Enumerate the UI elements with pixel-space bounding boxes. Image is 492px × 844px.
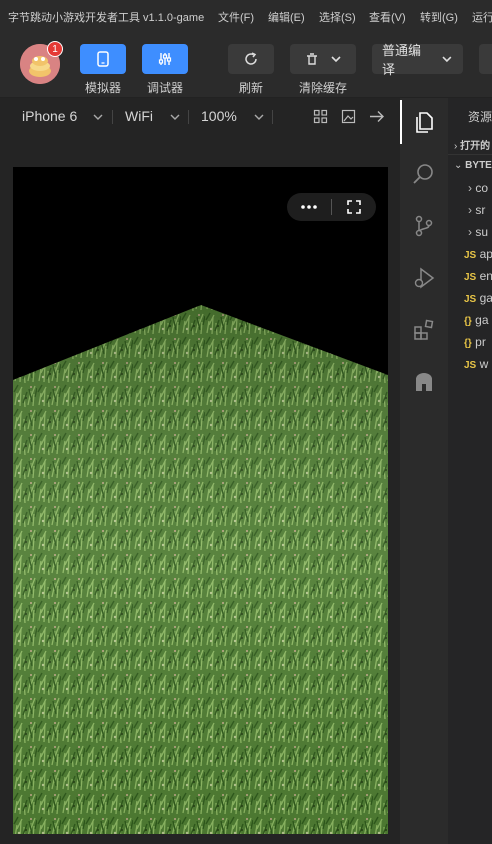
file-name: pr bbox=[475, 335, 486, 349]
simulator-label: 模拟器 bbox=[84, 81, 121, 95]
main-toolbar: 1 模拟器 调试器 刷新 清除缓存 普通编译 bbox=[0, 30, 492, 98]
simulator-button[interactable] bbox=[80, 44, 126, 74]
tree-file[interactable]: JS ga bbox=[464, 291, 492, 305]
zoom-value: 100% bbox=[201, 108, 237, 124]
plugin-icon bbox=[416, 373, 432, 391]
screenshot-icon[interactable] bbox=[341, 109, 356, 124]
explorer-header: 资源管 bbox=[468, 110, 492, 124]
divider bbox=[112, 110, 113, 124]
file-name: ga bbox=[475, 313, 489, 327]
explorer-panel: 资源管 › 打开的 ⌄ BYTE › co › sr › su JS ap JS… bbox=[448, 98, 492, 844]
search-activity[interactable] bbox=[400, 152, 448, 196]
toolbar-overflow-button[interactable] bbox=[479, 44, 492, 74]
app-title: 字节跳动小游戏开发者工具 v1.1.0-game bbox=[8, 12, 205, 24]
simulator-toolbar: iPhone 6 WiFi 100% bbox=[0, 98, 400, 136]
tree-folder[interactable]: › co bbox=[468, 181, 488, 195]
notification-badge: 1 bbox=[47, 41, 63, 57]
json-file-icon: {} bbox=[464, 338, 472, 349]
fullscreen-button[interactable] bbox=[332, 193, 376, 221]
grass-plane bbox=[13, 167, 388, 834]
divider bbox=[272, 110, 273, 124]
file-name: en bbox=[479, 269, 492, 283]
network-select[interactable]: WiFi bbox=[125, 108, 153, 124]
fullscreen-icon bbox=[347, 200, 361, 214]
tree-file[interactable]: {} ga bbox=[464, 313, 489, 327]
refresh-button[interactable] bbox=[228, 44, 274, 74]
chevron-down-icon bbox=[442, 56, 452, 63]
open-editors-section[interactable]: › 打开的 bbox=[454, 137, 490, 152]
tree-file[interactable]: {} pr bbox=[464, 335, 486, 349]
folder-name: co bbox=[475, 181, 489, 195]
menu-view[interactable]: 查看(V) bbox=[369, 9, 406, 25]
capsule-menu bbox=[287, 193, 376, 221]
git-branch-icon bbox=[415, 215, 433, 237]
network-value: WiFi bbox=[125, 108, 153, 124]
tree-file[interactable]: JS w bbox=[464, 357, 488, 371]
folder-name: su bbox=[475, 225, 489, 239]
extensions-icon bbox=[414, 319, 434, 340]
game-screen[interactable] bbox=[13, 167, 388, 834]
clear-cache-icon bbox=[307, 53, 317, 65]
section-divider bbox=[448, 154, 492, 155]
source-control-activity[interactable] bbox=[400, 204, 448, 248]
device-select[interactable]: iPhone 6 bbox=[22, 108, 77, 124]
divider bbox=[188, 110, 189, 124]
sliders-icon bbox=[158, 53, 172, 65]
tree-file[interactable]: JS ap bbox=[464, 247, 492, 261]
more-button[interactable] bbox=[287, 193, 331, 221]
device-value: iPhone 6 bbox=[22, 108, 78, 124]
refresh-label: 刷新 bbox=[238, 81, 263, 95]
chevron-down-icon bbox=[331, 56, 341, 63]
open-editors-label: 打开的 bbox=[460, 141, 491, 152]
extensions-activity[interactable] bbox=[400, 308, 448, 352]
project-section[interactable]: ⌄ BYTE bbox=[454, 160, 492, 171]
files-icon bbox=[416, 112, 433, 133]
file-name: ap bbox=[479, 247, 492, 261]
file-name: w bbox=[479, 357, 489, 371]
chevron-down-icon bbox=[93, 114, 103, 120]
js-file-icon: JS bbox=[464, 360, 477, 371]
folder-name: sr bbox=[475, 203, 486, 217]
tree-folder[interactable]: › su bbox=[468, 225, 488, 239]
file-name: ga bbox=[479, 291, 492, 305]
avatar[interactable]: 1 bbox=[20, 41, 63, 84]
plugin-activity[interactable] bbox=[400, 360, 448, 404]
clear-cache-label: 清除缓存 bbox=[298, 81, 347, 95]
tree-folder[interactable]: › sr bbox=[468, 203, 485, 217]
debugger-label: 调试器 bbox=[146, 81, 183, 95]
js-file-icon: JS bbox=[464, 250, 477, 261]
js-file-icon: JS bbox=[464, 272, 477, 283]
menu-select[interactable]: 选择(S) bbox=[319, 9, 356, 25]
menu-edit[interactable]: 编辑(E) bbox=[268, 9, 305, 25]
explorer-activity[interactable] bbox=[400, 100, 448, 144]
phone-icon bbox=[97, 51, 109, 67]
more-dots-icon bbox=[301, 205, 317, 209]
project-label: BYTE bbox=[465, 160, 492, 171]
grid-icon[interactable] bbox=[313, 109, 328, 124]
compile-mode-value: 普通编译 bbox=[382, 43, 422, 77]
debug-activity[interactable] bbox=[400, 256, 448, 300]
menu-goto[interactable]: 转到(G) bbox=[420, 9, 458, 25]
chevron-down-icon bbox=[254, 114, 264, 120]
title-bar: 字节跳动小游戏开发者工具 v1.1.0-game 文件(F) 编辑(E) 选择(… bbox=[0, 0, 492, 30]
run-debug-icon bbox=[414, 267, 435, 289]
zoom-select[interactable]: 100% bbox=[201, 108, 237, 124]
arrow-right-icon[interactable] bbox=[369, 109, 385, 124]
debugger-button[interactable] bbox=[142, 44, 188, 74]
clear-cache-button[interactable] bbox=[290, 44, 356, 74]
json-file-icon: {} bbox=[464, 316, 472, 327]
refresh-icon bbox=[245, 52, 257, 65]
menu-file[interactable]: 文件(F) bbox=[218, 9, 254, 25]
search-icon bbox=[413, 164, 433, 184]
menu-run[interactable]: 运行 bbox=[472, 9, 492, 25]
js-file-icon: JS bbox=[464, 294, 477, 305]
compile-mode-select[interactable]: 普通编译 bbox=[372, 43, 463, 77]
tree-file[interactable]: JS en bbox=[464, 269, 492, 283]
chevron-down-icon bbox=[170, 114, 180, 120]
